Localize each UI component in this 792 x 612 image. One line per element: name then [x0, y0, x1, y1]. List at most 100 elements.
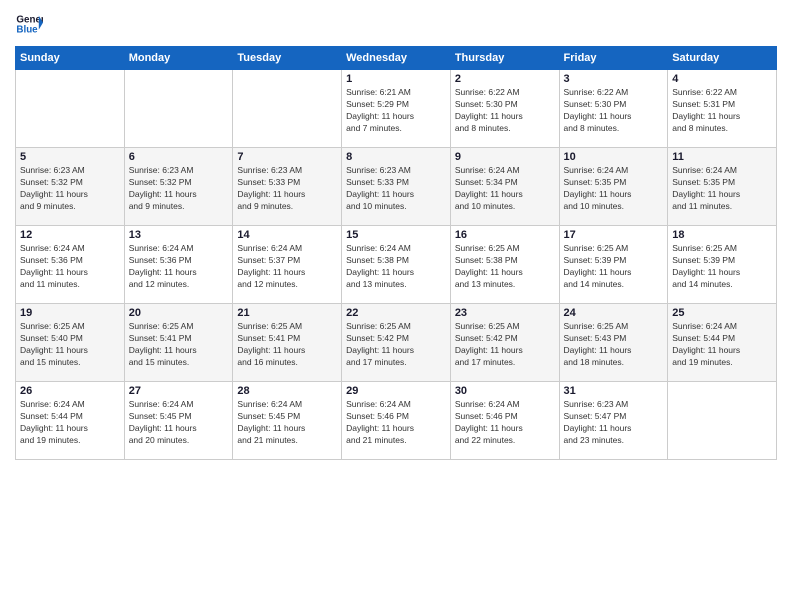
calendar-cell: 21 Sunrise: 6:25 AM Sunset: 5:41 PM Dayli…	[233, 304, 342, 382]
day-number: 26	[20, 385, 120, 397]
day-info: Sunrise: 6:21 AM Sunset: 5:29 PM Dayligh…	[346, 87, 446, 135]
week-row-1: 1 Sunrise: 6:21 AM Sunset: 5:29 PM Daylig…	[16, 70, 777, 148]
day-number: 27	[129, 385, 229, 397]
calendar-body: 1 Sunrise: 6:21 AM Sunset: 5:29 PM Daylig…	[16, 70, 777, 460]
day-info: Sunrise: 6:23 AM Sunset: 5:32 PM Dayligh…	[129, 165, 229, 213]
weekday-header-sunday: Sunday	[16, 47, 125, 70]
calendar-cell: 19 Sunrise: 6:25 AM Sunset: 5:40 PM Dayli…	[16, 304, 125, 382]
calendar-cell: 22 Sunrise: 6:25 AM Sunset: 5:42 PM Dayli…	[342, 304, 451, 382]
day-info: Sunrise: 6:25 AM Sunset: 5:40 PM Dayligh…	[20, 321, 120, 369]
day-info: Sunrise: 6:24 AM Sunset: 5:46 PM Dayligh…	[346, 399, 446, 447]
day-info: Sunrise: 6:23 AM Sunset: 5:33 PM Dayligh…	[346, 165, 446, 213]
weekday-header-wednesday: Wednesday	[342, 47, 451, 70]
day-number: 24	[564, 307, 664, 319]
calendar-cell: 13 Sunrise: 6:24 AM Sunset: 5:36 PM Dayli…	[124, 226, 233, 304]
logo-icon: General Blue	[15, 10, 43, 38]
day-info: Sunrise: 6:24 AM Sunset: 5:44 PM Dayligh…	[20, 399, 120, 447]
day-info: Sunrise: 6:24 AM Sunset: 5:44 PM Dayligh…	[672, 321, 772, 369]
day-info: Sunrise: 6:25 AM Sunset: 5:39 PM Dayligh…	[564, 243, 664, 291]
day-info: Sunrise: 6:24 AM Sunset: 5:45 PM Dayligh…	[129, 399, 229, 447]
week-row-3: 12 Sunrise: 6:24 AM Sunset: 5:36 PM Dayli…	[16, 226, 777, 304]
calendar-cell: 16 Sunrise: 6:25 AM Sunset: 5:38 PM Dayli…	[450, 226, 559, 304]
calendar-cell: 4Sunrise: 6:22 AM Sunset: 5:31 PM Daylig…	[668, 70, 777, 148]
calendar-cell	[668, 382, 777, 460]
calendar-cell: 5 Sunrise: 6:23 AM Sunset: 5:32 PM Daylig…	[16, 148, 125, 226]
day-number: 3	[564, 73, 664, 85]
day-info: Sunrise: 6:25 AM Sunset: 5:43 PM Dayligh…	[564, 321, 664, 369]
logo: General Blue	[15, 10, 43, 38]
day-number: 5	[20, 151, 120, 163]
day-info: Sunrise: 6:23 AM Sunset: 5:32 PM Dayligh…	[20, 165, 120, 213]
day-number: 8	[346, 151, 446, 163]
day-number: 30	[455, 385, 555, 397]
day-number: 4	[672, 73, 772, 85]
calendar-cell: 24 Sunrise: 6:25 AM Sunset: 5:43 PM Dayli…	[559, 304, 668, 382]
day-number: 1	[346, 73, 446, 85]
week-row-2: 5 Sunrise: 6:23 AM Sunset: 5:32 PM Daylig…	[16, 148, 777, 226]
day-number: 18	[672, 229, 772, 241]
calendar-cell: 9Sunrise: 6:24 AM Sunset: 5:34 PM Daylig…	[450, 148, 559, 226]
day-info: Sunrise: 6:25 AM Sunset: 5:42 PM Dayligh…	[346, 321, 446, 369]
day-info: Sunrise: 6:25 AM Sunset: 5:42 PM Dayligh…	[455, 321, 555, 369]
calendar-cell: 20Sunrise: 6:25 AM Sunset: 5:41 PM Dayli…	[124, 304, 233, 382]
calendar-cell: 2 Sunrise: 6:22 AM Sunset: 5:30 PM Daylig…	[450, 70, 559, 148]
day-info: Sunrise: 6:25 AM Sunset: 5:38 PM Dayligh…	[455, 243, 555, 291]
day-info: Sunrise: 6:24 AM Sunset: 5:35 PM Dayligh…	[564, 165, 664, 213]
weekday-header-saturday: Saturday	[668, 47, 777, 70]
day-info: Sunrise: 6:24 AM Sunset: 5:35 PM Dayligh…	[672, 165, 772, 213]
day-number: 11	[672, 151, 772, 163]
day-number: 9	[455, 151, 555, 163]
weekday-header-thursday: Thursday	[450, 47, 559, 70]
day-info: Sunrise: 6:25 AM Sunset: 5:41 PM Dayligh…	[237, 321, 337, 369]
calendar-cell: 11 Sunrise: 6:24 AM Sunset: 5:35 PM Dayli…	[668, 148, 777, 226]
day-number: 2	[455, 73, 555, 85]
day-number: 31	[564, 385, 664, 397]
day-number: 7	[237, 151, 337, 163]
day-number: 25	[672, 307, 772, 319]
weekday-header-friday: Friday	[559, 47, 668, 70]
day-number: 17	[564, 229, 664, 241]
calendar-header: SundayMondayTuesdayWednesdayThursdayFrid…	[16, 47, 777, 70]
day-info: Sunrise: 6:23 AM Sunset: 5:47 PM Dayligh…	[564, 399, 664, 447]
header: General Blue	[15, 10, 777, 38]
day-number: 21	[237, 307, 337, 319]
calendar-cell: 31 Sunrise: 6:23 AM Sunset: 5:47 PM Dayli…	[559, 382, 668, 460]
calendar-cell: 27 Sunrise: 6:24 AM Sunset: 5:45 PM Dayli…	[124, 382, 233, 460]
calendar-cell: 15Sunrise: 6:24 AM Sunset: 5:38 PM Dayli…	[342, 226, 451, 304]
calendar-cell: 26 Sunrise: 6:24 AM Sunset: 5:44 PM Dayli…	[16, 382, 125, 460]
day-info: Sunrise: 6:24 AM Sunset: 5:46 PM Dayligh…	[455, 399, 555, 447]
day-number: 14	[237, 229, 337, 241]
calendar-cell: 7Sunrise: 6:23 AM Sunset: 5:33 PM Daylig…	[233, 148, 342, 226]
day-number: 22	[346, 307, 446, 319]
day-info: Sunrise: 6:22 AM Sunset: 5:30 PM Dayligh…	[564, 87, 664, 135]
calendar-cell	[124, 70, 233, 148]
day-number: 23	[455, 307, 555, 319]
day-info: Sunrise: 6:22 AM Sunset: 5:30 PM Dayligh…	[455, 87, 555, 135]
day-number: 13	[129, 229, 229, 241]
day-number: 19	[20, 307, 120, 319]
day-number: 20	[129, 307, 229, 319]
day-number: 10	[564, 151, 664, 163]
day-info: Sunrise: 6:24 AM Sunset: 5:36 PM Dayligh…	[129, 243, 229, 291]
calendar-cell: 1 Sunrise: 6:21 AM Sunset: 5:29 PM Daylig…	[342, 70, 451, 148]
calendar-cell: 29Sunrise: 6:24 AM Sunset: 5:46 PM Dayli…	[342, 382, 451, 460]
day-info: Sunrise: 6:24 AM Sunset: 5:36 PM Dayligh…	[20, 243, 120, 291]
calendar-cell: 12 Sunrise: 6:24 AM Sunset: 5:36 PM Dayli…	[16, 226, 125, 304]
calendar-cell: 18Sunrise: 6:25 AM Sunset: 5:39 PM Dayli…	[668, 226, 777, 304]
calendar-cell: 8 Sunrise: 6:23 AM Sunset: 5:33 PM Daylig…	[342, 148, 451, 226]
calendar-cell: 30 Sunrise: 6:24 AM Sunset: 5:46 PM Dayli…	[450, 382, 559, 460]
day-number: 6	[129, 151, 229, 163]
weekday-row: SundayMondayTuesdayWednesdayThursdayFrid…	[16, 47, 777, 70]
page: General Blue SundayMondayTuesdayWednesda…	[0, 0, 792, 612]
calendar-cell: 17 Sunrise: 6:25 AM Sunset: 5:39 PM Dayli…	[559, 226, 668, 304]
calendar-cell: 25 Sunrise: 6:24 AM Sunset: 5:44 PM Dayli…	[668, 304, 777, 382]
day-info: Sunrise: 6:24 AM Sunset: 5:37 PM Dayligh…	[237, 243, 337, 291]
calendar-cell: 3 Sunrise: 6:22 AM Sunset: 5:30 PM Daylig…	[559, 70, 668, 148]
calendar-cell: 10 Sunrise: 6:24 AM Sunset: 5:35 PM Dayli…	[559, 148, 668, 226]
weekday-header-tuesday: Tuesday	[233, 47, 342, 70]
day-number: 28	[237, 385, 337, 397]
day-info: Sunrise: 6:24 AM Sunset: 5:45 PM Dayligh…	[237, 399, 337, 447]
day-number: 16	[455, 229, 555, 241]
day-number: 12	[20, 229, 120, 241]
day-info: Sunrise: 6:24 AM Sunset: 5:38 PM Dayligh…	[346, 243, 446, 291]
